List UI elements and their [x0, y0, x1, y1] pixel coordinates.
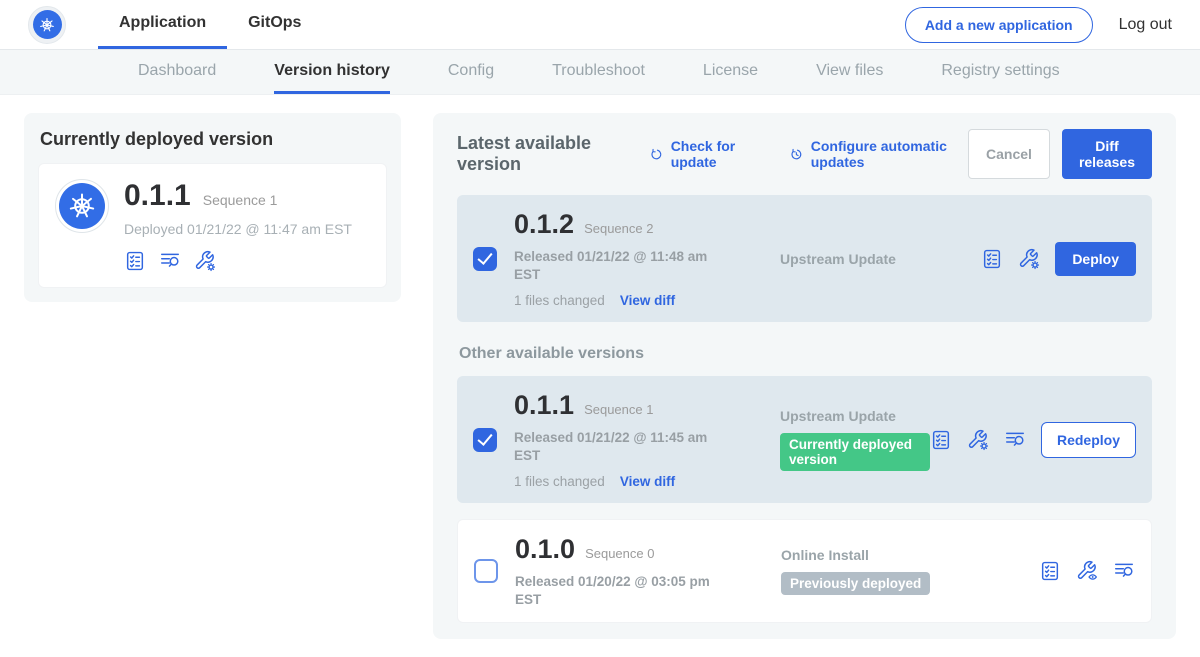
version-number: 0.1.2 [514, 209, 574, 240]
version-source-label: Upstream Update [780, 251, 981, 267]
edit-config-icon[interactable] [967, 429, 989, 451]
app-subnav: Dashboard Version history Config Trouble… [0, 50, 1200, 95]
kubernetes-helm-icon [33, 10, 62, 39]
redeploy-button[interactable]: Redeploy [1041, 422, 1136, 458]
logout-link[interactable]: Log out [1119, 16, 1172, 34]
available-versions-panel: Latest available version Check for updat… [433, 113, 1176, 639]
tab-application[interactable]: Application [98, 0, 227, 49]
version-source-label: Online Install [781, 547, 1039, 563]
view-diff-link[interactable]: View diff [620, 474, 675, 489]
sequence-label: Sequence 2 [584, 221, 653, 236]
deployed-sequence-label: Sequence 1 [203, 192, 278, 208]
subnav-item-dashboard[interactable]: Dashboard [138, 50, 216, 94]
configure-automatic-updates-label: Configure automatic updates [811, 138, 968, 170]
previously-deployed-badge: Previously deployed [781, 572, 930, 595]
sequence-label: Sequence 1 [584, 402, 653, 417]
version-number: 0.1.0 [515, 534, 575, 565]
version-number: 0.1.1 [514, 390, 574, 421]
deployed-timestamp: Deployed 01/21/22 @ 11:47 am EST [124, 221, 352, 237]
deployed-version-number: 0.1.1 [124, 179, 191, 213]
app-tabs: Application GitOps [98, 0, 322, 49]
deployed-version-card: 0.1.1 Sequence 1 Deployed 01/21/22 @ 11:… [38, 163, 387, 288]
other-versions-title: Other available versions [459, 345, 1152, 363]
configure-automatic-updates-link[interactable]: Configure automatic updates [789, 138, 968, 170]
version-checkbox[interactable] [473, 428, 497, 452]
subnav-item-version-history[interactable]: Version history [274, 50, 390, 94]
view-diff-link[interactable]: View diff [620, 293, 675, 308]
version-checkbox[interactable] [473, 247, 497, 271]
sequence-label: Sequence 0 [585, 546, 654, 561]
kubernetes-helm-icon [59, 183, 105, 229]
kubernetes-logo [28, 6, 66, 44]
currently-deployed-panel: Currently deployed version 0.1.1 Sequenc… [24, 113, 401, 302]
preflight-checks-icon[interactable] [981, 248, 1003, 270]
version-card-0-1-0: 0.1.0 Sequence 0 Released 01/20/22 @ 03:… [457, 519, 1152, 623]
view-config-icon[interactable] [1076, 560, 1098, 582]
cancel-button[interactable]: Cancel [968, 129, 1050, 179]
view-logs-icon[interactable] [159, 250, 181, 272]
preflight-checks-icon[interactable] [124, 250, 146, 272]
view-logs-icon[interactable] [1004, 429, 1026, 451]
deployed-panel-title: Currently deployed version [40, 129, 387, 150]
subnav-item-troubleshoot[interactable]: Troubleshoot [552, 50, 645, 94]
latest-version-title: Latest available version [457, 133, 623, 175]
files-changed-label: 1 files changed [514, 293, 605, 308]
refresh-icon [649, 145, 664, 163]
check-for-update-label: Check for update [671, 138, 763, 170]
files-changed-label: 1 files changed [514, 474, 605, 489]
check-for-update-link[interactable]: Check for update [649, 138, 763, 170]
version-card-0-1-1: 0.1.1 Sequence 1 Released 01/21/22 @ 11:… [457, 376, 1152, 503]
released-timestamp: Released 01/21/22 @ 11:48 amEST [514, 248, 724, 283]
subnav-item-registry-settings[interactable]: Registry settings [941, 50, 1059, 94]
subnav-item-license[interactable]: License [703, 50, 758, 94]
version-history-page: Currently deployed version 0.1.1 Sequenc… [0, 95, 1200, 657]
preflight-checks-icon[interactable] [930, 429, 952, 451]
edit-config-icon[interactable] [1018, 248, 1040, 270]
app-icon [55, 179, 109, 233]
view-logs-icon[interactable] [1113, 560, 1135, 582]
released-timestamp: Released 01/21/22 @ 11:45 amEST [514, 429, 724, 464]
released-timestamp: Released 01/20/22 @ 03:05 pmEST [515, 573, 725, 608]
add-new-application-button[interactable]: Add a new application [905, 7, 1093, 43]
top-navigation-bar: Application GitOps Add a new application… [0, 0, 1200, 50]
schedule-icon [789, 145, 804, 163]
subnav-item-config[interactable]: Config [448, 50, 494, 94]
deploy-button[interactable]: Deploy [1055, 242, 1136, 276]
edit-config-icon[interactable] [194, 250, 216, 272]
preflight-checks-icon[interactable] [1039, 560, 1061, 582]
subnav-item-view-files[interactable]: View files [816, 50, 883, 94]
diff-releases-button[interactable]: Diff releases [1062, 129, 1152, 179]
version-card-0-1-2: 0.1.2 Sequence 2 Released 01/21/22 @ 11:… [457, 195, 1152, 322]
version-source-label: Upstream Update [780, 408, 930, 424]
currently-deployed-badge: Currently deployed version [780, 433, 930, 471]
version-checkbox[interactable] [474, 559, 498, 583]
tab-gitops[interactable]: GitOps [227, 0, 322, 49]
